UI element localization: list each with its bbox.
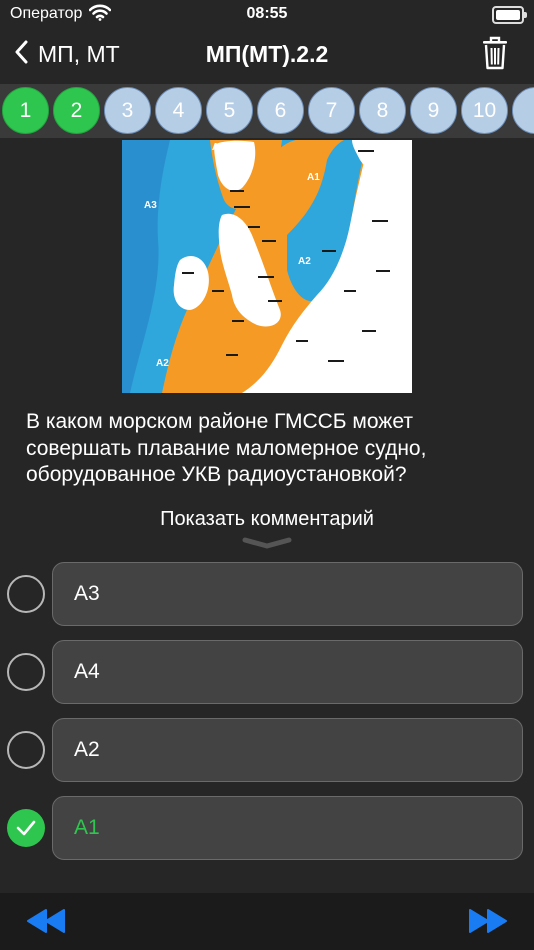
rewind-icon: [27, 909, 65, 933]
question-number-next[interactable]: [512, 87, 534, 134]
answer-label: A2: [74, 738, 100, 761]
question-number-1[interactable]: 1: [2, 87, 49, 134]
answer-label: A4: [74, 660, 100, 683]
question-number-2[interactable]: 2: [53, 87, 100, 134]
chevron-down-icon[interactable]: [242, 536, 292, 554]
question-map-image: A1 A1 A3 A2 A2: [122, 140, 412, 393]
answer-option-box[interactable]: A2: [52, 718, 523, 782]
answer-label: A3: [74, 582, 100, 605]
map-zone-label: A1: [307, 172, 320, 183]
answer-option-box[interactable]: A3: [52, 562, 523, 626]
question-number-9[interactable]: 9: [410, 87, 457, 134]
map-zone-label: A1: [212, 142, 225, 153]
question-number-3[interactable]: 3: [104, 87, 151, 134]
question-number-strip: 1 2 3 4 5 6 7 8 9 10: [0, 87, 534, 134]
question-text: В каком морском районе ГМССБ может совер…: [26, 410, 427, 486]
question-number-7[interactable]: 7: [308, 87, 355, 134]
question-pager[interactable]: 1 2 3 4 5 6 7 8 9 10: [0, 84, 534, 138]
question-number-8[interactable]: 8: [359, 87, 406, 134]
radio-button-checked[interactable]: [7, 809, 45, 847]
map-zone-label: A2: [298, 256, 311, 267]
previous-question-button[interactable]: [26, 908, 66, 939]
question-number-6[interactable]: 6: [257, 87, 304, 134]
map-zone-label: A2: [156, 358, 169, 369]
radio-button[interactable]: [7, 575, 45, 613]
navigation-bar: МП, МТ МП(МТ).2.2: [0, 30, 534, 82]
checkmark-icon: [16, 820, 36, 836]
answer-label: A1: [74, 816, 100, 839]
page-title: МП(МТ).2.2: [205, 41, 329, 67]
answer-option-box-correct[interactable]: A1: [52, 796, 523, 860]
battery-icon: [492, 6, 527, 24]
map-zone-label: A3: [144, 200, 157, 211]
answer-option-box[interactable]: A4: [52, 640, 523, 704]
question-number-5[interactable]: 5: [206, 87, 253, 134]
radio-button[interactable]: [7, 653, 45, 691]
question-number-10[interactable]: 10: [461, 87, 508, 134]
trash-icon: [482, 36, 508, 74]
radio-button[interactable]: [7, 731, 45, 769]
show-comment-button[interactable]: Показать комментарий: [0, 508, 534, 531]
clock: 08:55: [246, 5, 288, 22]
delete-button[interactable]: [482, 36, 508, 75]
fast-forward-icon: [469, 909, 507, 933]
bottom-toolbar: [0, 893, 534, 950]
status-bar: Оператор 08:55: [0, 0, 534, 30]
next-question-button[interactable]: [468, 908, 508, 939]
question-number-4[interactable]: 4: [155, 87, 202, 134]
